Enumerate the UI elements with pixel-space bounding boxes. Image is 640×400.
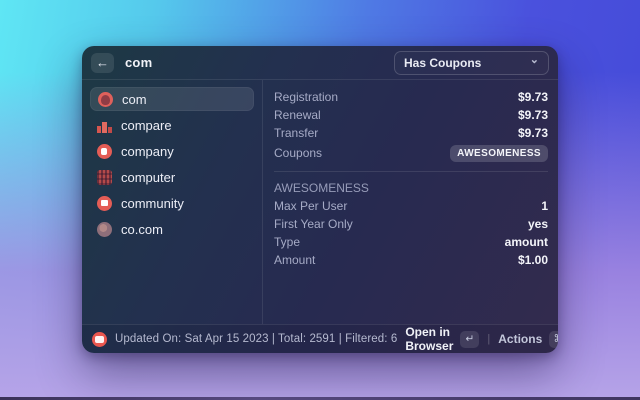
detail-row-value: $1.00 <box>517 253 548 267</box>
list-item[interactable]: computer <box>90 165 254 189</box>
detail-row-value: $9.73 <box>517 108 548 122</box>
footer-separator: | <box>487 333 491 345</box>
tld-favicon-icon <box>98 91 113 107</box>
detail-row-label: Renewal <box>274 108 321 122</box>
detail-row-value: 1 <box>541 199 548 213</box>
detail-row-value: yes <box>527 217 548 231</box>
filter-dropdown-value: Has Coupons <box>404 55 482 70</box>
list-item[interactable]: company <box>90 139 254 163</box>
actions-menu-button[interactable]: Actions <box>498 332 542 346</box>
tld-favicon-icon <box>97 143 112 159</box>
detail-row: Registration $9.73 <box>274 88 548 106</box>
detail-row-value: AWESOMENESS <box>450 144 548 162</box>
search-query-title: com <box>125 55 153 70</box>
list-item-label: community <box>121 195 184 211</box>
open-in-browser-button[interactable]: Open in Browser <box>405 325 453 353</box>
detail-row-value: $9.73 <box>517 126 548 140</box>
detail-row-label: Coupons <box>274 146 323 160</box>
detail-row-label: Amount <box>274 253 316 267</box>
section-divider <box>274 171 548 172</box>
chevron-down-icon: ⌄ <box>529 54 539 66</box>
tld-favicon-icon <box>97 195 112 211</box>
tld-favicon-icon <box>97 169 112 185</box>
list-item[interactable]: community <box>90 191 254 215</box>
list-item-label: company <box>121 143 174 159</box>
status-text: Updated On: Sat Apr 15 2023 | Total: 259… <box>115 333 398 345</box>
list-item-label: com <box>122 91 147 107</box>
command-key-icon: ⌘ <box>549 330 558 348</box>
coupon-section-header: AWESOMENESS <box>274 181 369 195</box>
footer-actions: Open in Browser ↵ | Actions ⌘ K <box>405 325 558 353</box>
list-item-label: co.com <box>121 221 163 237</box>
list-item[interactable]: co.com <box>90 217 254 241</box>
back-arrow-icon: ← <box>96 55 109 70</box>
tld-list: com compare company computer community c… <box>82 80 262 324</box>
app-window: ← com Has Coupons ⌄ com compare company … <box>82 46 558 353</box>
window-body: com compare company computer community c… <box>82 80 558 324</box>
detail-row: Amount $1.00 <box>274 251 548 269</box>
footer-bar: Updated On: Sat Apr 15 2023 | Total: 259… <box>82 324 558 353</box>
detail-row-label: Type <box>274 235 301 249</box>
detail-row: Type amount <box>274 233 548 251</box>
tld-favicon-icon <box>97 221 112 237</box>
list-item-label: compare <box>121 117 172 133</box>
back-button[interactable]: ← <box>91 52 114 73</box>
list-item[interactable]: com <box>90 87 254 111</box>
detail-row-label: First Year Only <box>274 217 353 231</box>
pricing-rows: Registration $9.73 Renewal $9.73 Transfe… <box>274 88 548 164</box>
detail-row-label: Registration <box>274 90 339 104</box>
filter-dropdown[interactable]: Has Coupons ⌄ <box>394 50 549 75</box>
extension-app-icon <box>92 331 107 347</box>
list-item-label: computer <box>121 169 176 185</box>
detail-row: Renewal $9.73 <box>274 106 548 124</box>
detail-row: First Year Only yes <box>274 215 548 233</box>
detail-row-label: Max Per User <box>274 199 348 213</box>
tld-favicon-icon <box>97 117 112 133</box>
list-item[interactable]: compare <box>90 113 254 137</box>
detail-row-value: amount <box>504 235 548 249</box>
detail-row: Coupons AWESOMENESS <box>274 142 548 164</box>
detail-row: Transfer $9.73 <box>274 124 548 142</box>
detail-row-value: $9.73 <box>517 90 548 104</box>
detail-row: Max Per User 1 <box>274 197 548 215</box>
coupon-rows: Max Per User 1 First Year Only yes Type … <box>274 197 548 269</box>
detail-row-label: Transfer <box>274 126 319 140</box>
return-key-icon: ↵ <box>460 330 480 348</box>
detail-pane: Registration $9.73 Renewal $9.73 Transfe… <box>263 80 558 324</box>
window-header: ← com Has Coupons ⌄ <box>82 46 558 79</box>
